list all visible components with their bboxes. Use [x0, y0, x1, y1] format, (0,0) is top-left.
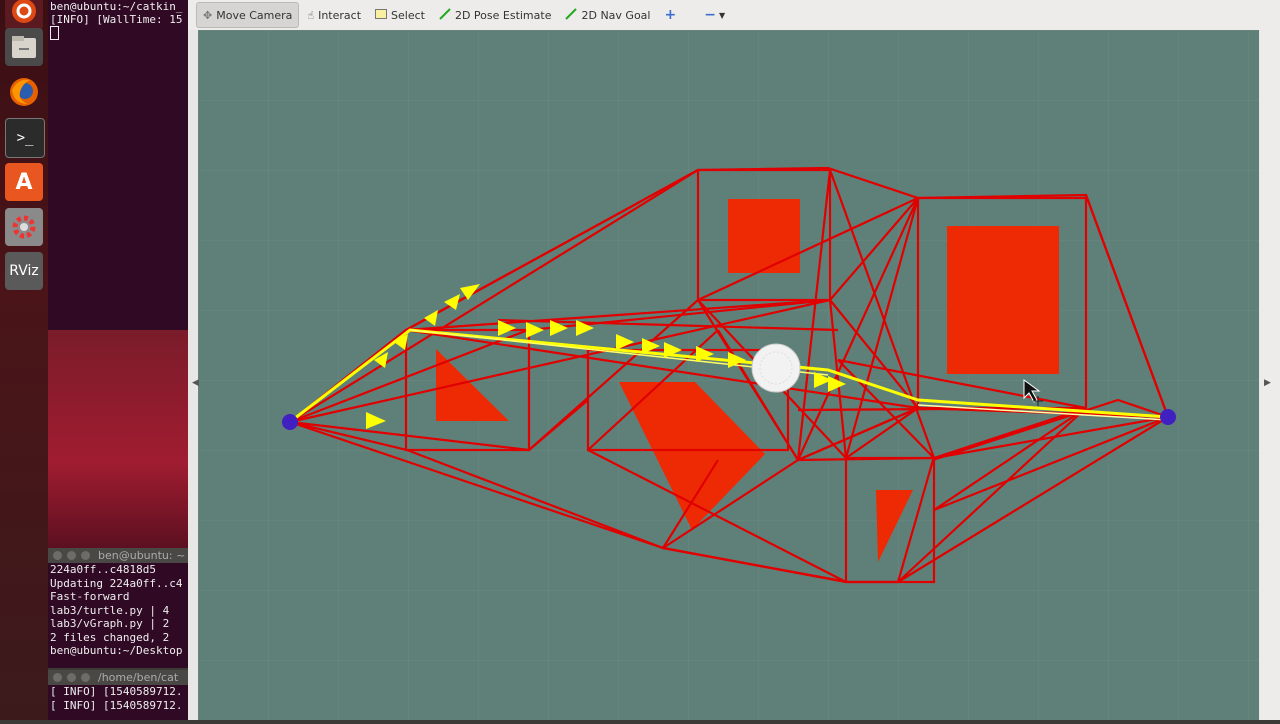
terminal-line: Fast-forward [50, 590, 130, 603]
interact-tool[interactable]: ☝ Interact [301, 3, 367, 27]
minus-icon: − [704, 7, 716, 23]
rviz-icon-label: RViz [9, 263, 39, 279]
software-center-icon[interactable]: A [5, 163, 43, 201]
obstacle [728, 199, 800, 273]
left-panel-edge[interactable]: ◀ [192, 378, 199, 388]
move-camera-label: Move Camera [216, 8, 293, 22]
remove-tool-button[interactable]: − ▼ [698, 3, 731, 27]
terminal-window-middle[interactable]: ben@ubuntu: ~ 224a0ff..c4818d5 Updating … [48, 548, 188, 668]
nav-goal-label: 2D Nav Goal [581, 8, 651, 22]
pose-estimate-tool[interactable]: 2D Pose Estimate [433, 3, 558, 27]
pose-estimate-label: 2D Pose Estimate [454, 8, 552, 22]
scene [198, 30, 1259, 720]
terminal-window-bottom[interactable]: /home/ben/cat [ INFO] [1540589712. [ INF… [48, 670, 188, 720]
terminal-line: ben@ubuntu:~/catkin_ [50, 0, 183, 13]
terminal-line: Updating 224a0ff..c4 [50, 576, 183, 590]
plus-icon: + [664, 7, 677, 23]
terminal-line: [ INFO] [1540589712. [50, 685, 183, 698]
firefox-icon[interactable] [5, 73, 43, 111]
chevron-down-icon: ▼ [718, 10, 726, 20]
terminal-title: ben@ubuntu: ~ [98, 549, 186, 562]
collapse-panel-icon[interactable]: ▶ [1264, 378, 1271, 388]
goal-point [1160, 409, 1176, 425]
maximize-button[interactable] [81, 551, 90, 560]
close-button[interactable] [53, 673, 62, 682]
hand-icon: ☝ [307, 8, 315, 22]
desktop-background [48, 330, 188, 550]
terminal-line: ben@ubuntu:~/Desktop [50, 644, 183, 657]
terminal-icon[interactable]: >_ [5, 118, 45, 158]
green-arrow-icon [439, 7, 451, 23]
minimize-button[interactable] [67, 551, 76, 560]
terminal-line: lab3/turtle.py | 4 [50, 603, 170, 617]
terminal-line: 2 files changed, 2 [50, 630, 170, 644]
maximize-button[interactable] [81, 673, 90, 682]
ubuntu-logo-icon[interactable] [5, 0, 43, 30]
terminal-cursor [48, 26, 188, 43]
move-camera-tool[interactable]: ✥ Move Camera [196, 2, 300, 28]
terminal-title: /home/ben/cat [98, 671, 179, 684]
rviz-icon[interactable]: RViz [5, 252, 43, 290]
green-arrow-icon [565, 7, 578, 23]
interact-label: Interact [318, 8, 362, 22]
close-button[interactable] [53, 551, 62, 560]
minimize-button[interactable] [67, 673, 76, 682]
terminal-line: [INFO] [WallTime: 15 [50, 13, 183, 26]
terminal-line: 224a0ff..c4818d5 [50, 563, 156, 576]
3d-viewport[interactable] [198, 30, 1259, 720]
add-tool-button[interactable]: + [658, 3, 682, 27]
rviz-toolbar: ✥ Move Camera ☝ Interact Select 2D Pose … [188, 0, 1280, 30]
rviz-window: ✥ Move Camera ☝ Interact Select 2D Pose … [188, 0, 1280, 720]
terminal-line: [ INFO] [1540589712. [50, 698, 183, 712]
move-camera-icon: ✥ [203, 8, 213, 22]
select-tool[interactable]: Select [369, 3, 431, 27]
start-point [282, 414, 298, 430]
select-icon [375, 8, 388, 22]
right-panel-edge: ▶ [1260, 0, 1280, 720]
terminal-window-top[interactable]: ben@ubuntu:~/catkin_ [INFO] [WallTime: 1… [48, 0, 188, 330]
terminal-line: lab3/vGraph.py | 2 [50, 617, 170, 630]
terminal-titlebar[interactable]: ben@ubuntu: ~ [48, 548, 188, 563]
robot-marker [751, 343, 801, 393]
nav-goal-tool[interactable]: 2D Nav Goal [559, 3, 656, 27]
settings-icon[interactable] [5, 208, 43, 246]
launcher: >_ A RViz [0, 0, 48, 720]
select-label: Select [391, 8, 425, 22]
terminal-titlebar[interactable]: /home/ben/cat [48, 670, 188, 685]
obstacle [947, 226, 1059, 374]
files-icon[interactable] [5, 28, 43, 66]
